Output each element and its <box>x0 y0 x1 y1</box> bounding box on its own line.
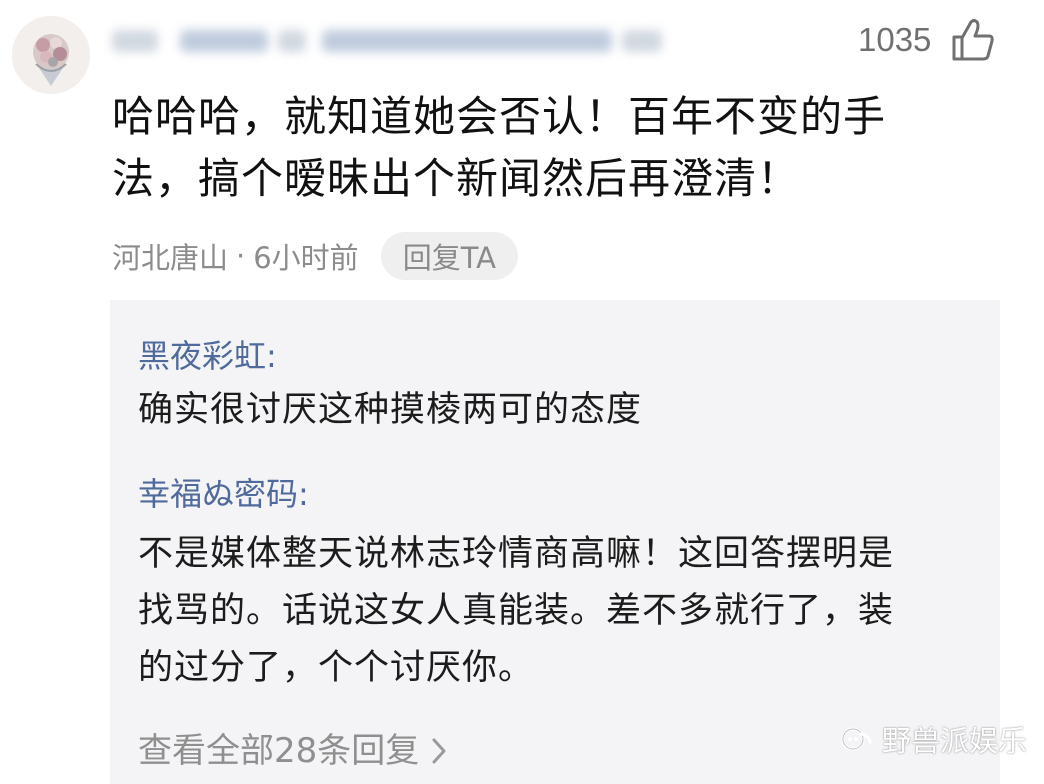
replies-panel: 黑夜彩虹: 确实很讨厌这种摸棱两可的态度 幸福ぬ密码: 不是媒体整天说林志玲情商… <box>110 300 1000 784</box>
reply-text-line: 的过分了，个个讨厌你。 <box>138 648 535 688</box>
comment-location: 河北唐山 <box>112 241 229 275</box>
thumbs-up-icon[interactable] <box>950 18 996 62</box>
reply-author[interactable]: 幸福ぬ密码: <box>138 472 309 516</box>
like-count: 1035 <box>858 21 932 58</box>
reply-author[interactable]: 黑夜彩虹: <box>138 334 277 378</box>
reply-text-line: 确实很讨厌这种摸棱两可的态度 <box>138 390 643 430</box>
blurred-username <box>112 24 662 58</box>
reply-text: 不是媒体整天说林志玲情商高嘛！这回答摆明是 找骂的。话说这女人真能装。差不多就行… <box>138 526 978 697</box>
reply-text-line: 不是媒体整天说林志玲情商高嘛！这回答摆明是 <box>138 534 895 574</box>
watermark: 野兽派娱乐 <box>840 716 1027 762</box>
comment-time: 6小时前 <box>253 241 359 275</box>
chevron-right-icon <box>432 738 446 764</box>
wechat-official-account-icon <box>841 727 872 751</box>
view-all-replies-label: 查看全部28条回复 <box>138 731 420 771</box>
reply-text-line: 找骂的。话说这女人真能装。差不多就行了，装 <box>138 591 895 631</box>
comment-text-line: 法，搞个暧昧出个新闻然后再澄清！ <box>112 154 801 203</box>
avatar[interactable] <box>12 16 90 94</box>
watermark-label: 野兽派娱乐 <box>882 724 1028 758</box>
comment-text: 哈哈哈，就知道她会否认！百年不变的手 法，搞个暧昧出个新闻然后再澄清！ <box>112 86 992 210</box>
reply-text: 确实很讨厌这种摸棱两可的态度 <box>138 382 978 439</box>
meta-separator: · <box>236 239 246 273</box>
reply-button[interactable]: 回复TA <box>380 232 518 280</box>
comment-meta: 河北唐山 · 6小时前 回复TA <box>112 232 518 280</box>
comment-card: 1035 哈哈哈，就知道她会否认！百年不变的手 法，搞个暧昧出个新闻然后再澄清！… <box>0 0 1044 784</box>
view-all-replies-link[interactable]: 查看全部28条回复 <box>138 728 449 774</box>
comment-text-line: 哈哈哈，就知道她会否认！百年不变的手 <box>112 92 887 141</box>
